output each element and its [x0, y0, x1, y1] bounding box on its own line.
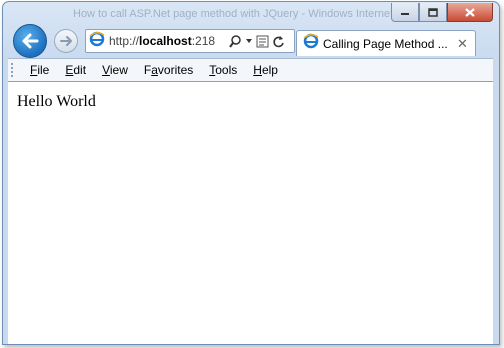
menu-edit-label: dit [73, 63, 87, 77]
forward-arrow-icon [60, 36, 72, 46]
menu-help[interactable]: Help [245, 63, 286, 77]
refresh-icon[interactable] [272, 35, 285, 48]
menu-tools[interactable]: Tools [201, 63, 245, 77]
back-arrow-icon [22, 33, 39, 49]
maximize-icon [428, 7, 438, 17]
maximize-button[interactable] [419, 3, 447, 22]
menu-bar: File Edit View Favorites Tools Help [8, 58, 493, 81]
tab-close-button[interactable]: ✕ [457, 36, 468, 52]
page-body-text: Hello World [17, 93, 96, 110]
address-tools [229, 34, 285, 48]
menu-favorites[interactable]: Favorites [136, 63, 201, 77]
url-prefix: http:// [109, 34, 140, 48]
browser-window: How to call ASP.Net page method with JQu… [2, 1, 500, 345]
menu-view[interactable]: View [94, 63, 136, 77]
menu-help-accel: H [253, 63, 262, 77]
menu-view-label: iew [109, 63, 128, 77]
tab-label: Calling Page Method ... [323, 36, 448, 51]
compatibility-view-icon[interactable] [256, 35, 269, 48]
close-icon [465, 7, 475, 17]
menu-favorites-label: vorites [157, 63, 194, 77]
tab-active[interactable]: Calling Page Method ... ✕ [296, 30, 476, 56]
address-bar[interactable]: http://localhost:218 [85, 29, 295, 53]
close-window-button[interactable] [447, 3, 493, 22]
dropdown-icon[interactable] [245, 37, 253, 45]
caption-buttons [391, 3, 493, 22]
minimize-icon [401, 13, 409, 15]
address-url[interactable]: http://localhost:218 [109, 34, 227, 48]
window-title: How to call ASP.Net page method with JQu… [73, 8, 438, 20]
url-host: localhost [139, 34, 192, 48]
menu-file-label: ile [37, 63, 50, 77]
ie-logo-icon [303, 33, 319, 54]
menu-help-label: elp [261, 63, 278, 77]
ie-logo-icon [89, 31, 105, 52]
toolbar-grip[interactable] [11, 63, 16, 77]
menu-tools-label: ools [215, 63, 238, 77]
page-content: Hello World [8, 81, 493, 344]
menu-view-accel: V [102, 63, 110, 77]
forward-button[interactable] [54, 29, 78, 53]
search-icon[interactable] [229, 34, 242, 48]
url-rest: :218 [191, 34, 216, 48]
back-button[interactable] [13, 24, 47, 58]
menu-edit[interactable]: Edit [57, 63, 94, 77]
menu-favorites-accel: a [151, 63, 158, 77]
minimize-button[interactable] [391, 3, 419, 22]
menu-file[interactable]: File [22, 63, 57, 77]
